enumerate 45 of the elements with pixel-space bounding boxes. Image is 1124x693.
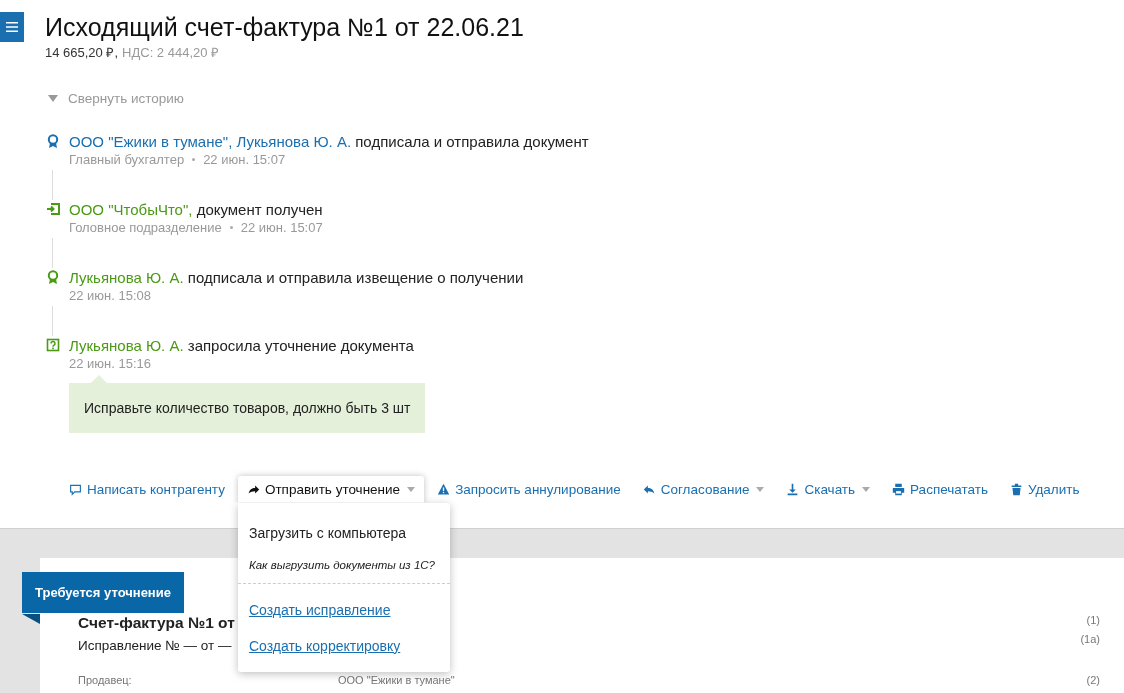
warning-icon [437,482,451,496]
separator-dot-icon [229,226,233,229]
download-icon [786,482,800,496]
speech-bubble-icon [69,482,82,496]
field-label: Продавец: [78,674,133,686]
toolbar-button[interactable]: Написать контрагенту [60,475,234,503]
correction-line: Исправление № — от — [78,638,232,653]
toolbar-button[interactable]: Запросить аннулирование [428,475,630,503]
ribbon-fold-icon [22,614,40,624]
menu-link[interactable]: Создать исправление [237,591,402,628]
toolbar-button[interactable]: Распечатать [883,475,997,503]
field-value: ООО "Ежики в тумане" [338,674,456,686]
collapse-history-toggle[interactable]: Свернуть историю [48,91,184,106]
event-meta: Головное подразделение [69,220,222,235]
comment-bubble: Исправьте количество товаров, должно быть 3 шт [69,375,426,433]
separator-dot-icon [192,158,196,161]
menu-item[interactable]: Загрузить с компьютера [237,516,417,549]
event-meta: 22 июн. 15:16 [69,356,152,371]
event-meta: 22 июн. 15:07 [203,152,286,167]
line-code: (2) [1086,674,1100,686]
printer-icon [892,482,906,496]
toolbar-button[interactable]: Согласование [633,475,774,503]
help-link[interactable]: Как выгрузить документы из 1С? [237,548,446,583]
event-text: ООО "Ежики в тумане", Лукьянова Ю. А. подписала и отправила документ [69,132,589,151]
toolbar-button[interactable]: Скачать [777,475,880,503]
event-meta: 22 июн. 15:08 [69,288,152,303]
triangle-icon [48,95,58,102]
amount: 14 665,20 ₽, [45,44,119,61]
menu-link[interactable]: Создать корректировку [237,627,412,664]
document-title: Исходящий счет-фактура №1 от 22.06.21 [45,12,524,42]
menu-button[interactable] [0,12,24,42]
toolbar-button[interactable]: Удалить [1000,475,1089,503]
event-text: Лукьянова Ю. А. запросила уточнение документа [69,336,415,355]
toolbar-button[interactable]: Отправить уточнение [237,475,425,503]
status-ribbon: Требуется уточнение [22,572,184,613]
event-text: ООО "ЧтобыЧто", документ получен [69,200,323,219]
trash-icon [1009,482,1023,496]
menu-icon [6,21,18,33]
event-meta: Главный бухгалтер [69,152,185,167]
event-meta: 22 июн. 15:07 [240,220,323,235]
vat-amount: НДС: 2 444,20 ₽ [122,44,220,61]
line-code: (1а) [1080,633,1100,645]
event-text: Лукьянова Ю. А. подписала и отправила извещение о получении [69,268,524,287]
document-heading: Счет-фактура №1 от [78,614,235,632]
line-code: (1) [1086,614,1100,626]
